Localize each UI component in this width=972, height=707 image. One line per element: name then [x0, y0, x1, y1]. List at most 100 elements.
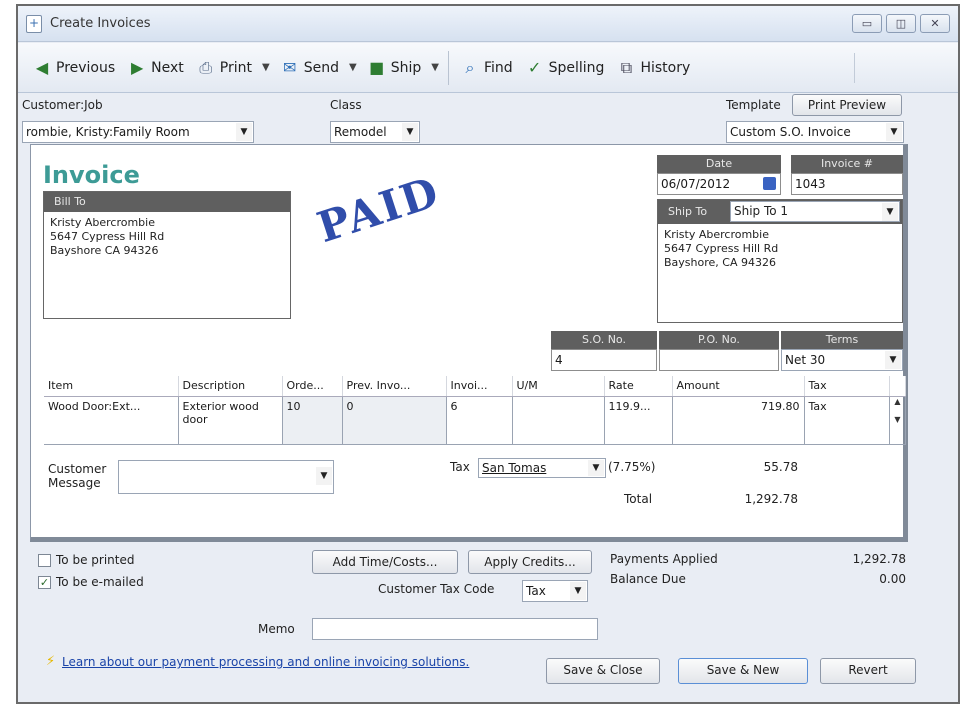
- ship-to-line: 5647 Cypress Hill Rd: [664, 242, 779, 255]
- memo-label: Memo: [258, 622, 295, 636]
- cell-um[interactable]: [512, 396, 605, 445]
- find-label: Find: [483, 59, 513, 76]
- invoice-number-header: Invoice #: [791, 155, 903, 173]
- cell-invoiced[interactable]: 6: [446, 396, 513, 445]
- paid-stamp: PAID: [311, 166, 446, 253]
- next-button[interactable]: ▶ Next: [121, 52, 190, 84]
- so-number-header: S.O. No.: [551, 331, 657, 349]
- history-button[interactable]: ⧉ History: [610, 52, 696, 84]
- save-close-button[interactable]: Save & Close: [546, 658, 660, 684]
- column-header-tax[interactable]: Tax: [804, 376, 890, 397]
- date-header: Date: [657, 155, 781, 173]
- column-header-rate[interactable]: Rate: [604, 376, 673, 397]
- payments-applied-label: Payments Applied: [610, 552, 718, 566]
- template-select[interactable]: Custom S.O. Invoice ▼: [726, 121, 904, 143]
- column-header-ordered[interactable]: Orde...: [282, 376, 343, 397]
- column-header-prev-invoiced[interactable]: Prev. Invo...: [342, 376, 447, 397]
- tax-item-select[interactable]: San Tomas ▼: [478, 458, 606, 478]
- vertical-scrollbar[interactable]: ▲ ▼: [889, 396, 906, 445]
- tax-item-value: San Tomas: [482, 461, 547, 475]
- ship-truck-icon: ■: [369, 58, 385, 77]
- to-be-printed-checkbox[interactable]: [38, 554, 51, 567]
- po-number-field[interactable]: [659, 349, 779, 371]
- spelling-button[interactable]: ✓ Spelling: [519, 52, 611, 84]
- line-items-header-row: Item Description Orde... Prev. Invo... I…: [44, 376, 906, 397]
- cell-description[interactable]: Exterior wood door: [178, 396, 283, 445]
- apply-credits-button[interactable]: Apply Credits...: [468, 550, 592, 574]
- window-controls: ▭ ◫ ✕: [852, 14, 950, 33]
- tax-amount: 55.78: [763, 460, 798, 474]
- template-label: Template: [726, 98, 781, 112]
- customer-message-label: Customer Message: [48, 462, 107, 490]
- tax-label: Tax: [450, 460, 470, 474]
- revert-button[interactable]: Revert: [820, 658, 916, 684]
- customer-tax-code-value: Tax: [526, 584, 546, 598]
- to-be-printed-label: To be printed: [56, 553, 135, 567]
- bill-to-line: Bayshore CA 94326: [50, 244, 159, 257]
- previous-label: Previous: [56, 59, 116, 76]
- history-icon: ⧉: [620, 57, 633, 77]
- print-preview-button[interactable]: Print Preview: [792, 94, 902, 116]
- send-label: Send: [303, 59, 339, 76]
- cell-prev-invoiced: 0: [342, 396, 447, 445]
- find-button[interactable]: ⌕ Find: [454, 52, 519, 84]
- bill-to-line: 5647 Cypress Hill Rd: [50, 230, 165, 243]
- customer-message-select[interactable]: ▼: [118, 460, 334, 494]
- table-row[interactable]: Wood Door:Ext... Exterior wood door 10 0…: [44, 396, 906, 445]
- column-header-amount[interactable]: Amount: [672, 376, 805, 397]
- column-header-um[interactable]: U/M: [512, 376, 605, 397]
- learn-payment-link[interactable]: Learn about our payment processing and o…: [62, 655, 469, 669]
- close-button[interactable]: ✕: [920, 14, 950, 33]
- print-button[interactable]: ⎙ Print: [190, 52, 258, 84]
- send-button[interactable]: ✉ Send: [274, 52, 345, 84]
- chevron-down-icon: ▼: [886, 123, 902, 141]
- class-select[interactable]: Remodel ▼: [330, 121, 420, 143]
- column-header-item[interactable]: Item: [44, 376, 179, 397]
- bill-to-box[interactable]: Bill To Kristy Abercrombie 5647 Cypress …: [43, 191, 291, 319]
- ship-label: Ship: [390, 59, 422, 76]
- cell-amount[interactable]: 719.80: [672, 396, 805, 445]
- maximize-button[interactable]: ◫: [886, 14, 916, 33]
- spelling-check-icon: ✓: [527, 58, 542, 77]
- class-value: Remodel: [334, 125, 387, 139]
- ship-to-address: Kristy Abercrombie 5647 Cypress Hill Rd …: [658, 224, 902, 274]
- chevron-down-icon: ▼: [882, 203, 898, 221]
- ship-dropdown-icon[interactable]: ▼: [427, 62, 443, 73]
- customer-tax-code-label: Customer Tax Code: [378, 582, 495, 596]
- bill-to-header: Bill To: [44, 192, 290, 212]
- save-new-button[interactable]: Save & New: [678, 658, 808, 684]
- date-field[interactable]: 06/07/2012: [657, 173, 781, 195]
- so-number-field[interactable]: 4: [551, 349, 657, 371]
- previous-button[interactable]: ◀ Previous: [26, 52, 121, 84]
- add-time-costs-button[interactable]: Add Time/Costs...: [312, 550, 458, 574]
- toolbar-overflow-area: [854, 53, 944, 83]
- customer-job-select[interactable]: rombie, Kristy:Family Room ▼: [22, 121, 254, 143]
- print-dropdown-icon[interactable]: ▼: [258, 62, 274, 73]
- window-title: Create Invoices: [50, 16, 151, 31]
- printer-icon: ⎙: [199, 57, 213, 77]
- total-value: 1,292.78: [744, 492, 798, 506]
- ship-to-box[interactable]: Ship To Ship To 1 ▼ Kristy Abercrombie 5…: [657, 199, 903, 323]
- cell-tax[interactable]: Tax: [804, 396, 890, 445]
- ship-to-header: Ship To Ship To 1 ▼: [658, 200, 902, 224]
- ship-button[interactable]: ■ Ship: [361, 52, 428, 84]
- memo-field[interactable]: [312, 618, 598, 640]
- po-number-header: P.O. No.: [659, 331, 779, 349]
- invoice-number-field[interactable]: 1043: [791, 173, 903, 195]
- column-header-invoiced[interactable]: Invoi...: [446, 376, 513, 397]
- ship-to-select-value: Ship To 1: [734, 204, 789, 218]
- cell-rate[interactable]: 119.9...: [604, 396, 673, 445]
- customer-tax-code-select[interactable]: Tax ▼: [522, 580, 588, 602]
- cell-item[interactable]: Wood Door:Ext...: [44, 396, 179, 445]
- template-value: Custom S.O. Invoice: [730, 125, 851, 139]
- to-be-emailed-checkbox[interactable]: ✓: [38, 576, 51, 589]
- terms-select[interactable]: Net 30 ▼: [781, 349, 903, 371]
- column-header-description[interactable]: Description: [178, 376, 283, 397]
- chevron-down-icon: ▼: [588, 460, 604, 476]
- send-dropdown-icon[interactable]: ▼: [345, 62, 361, 73]
- ship-to-select[interactable]: Ship To 1 ▼: [730, 201, 900, 222]
- lightning-icon: ⚡: [46, 654, 56, 669]
- calendar-icon[interactable]: [763, 177, 776, 190]
- line-items-table: Item Description Orde... Prev. Invo... I…: [44, 376, 906, 445]
- minimize-button[interactable]: ▭: [852, 14, 882, 33]
